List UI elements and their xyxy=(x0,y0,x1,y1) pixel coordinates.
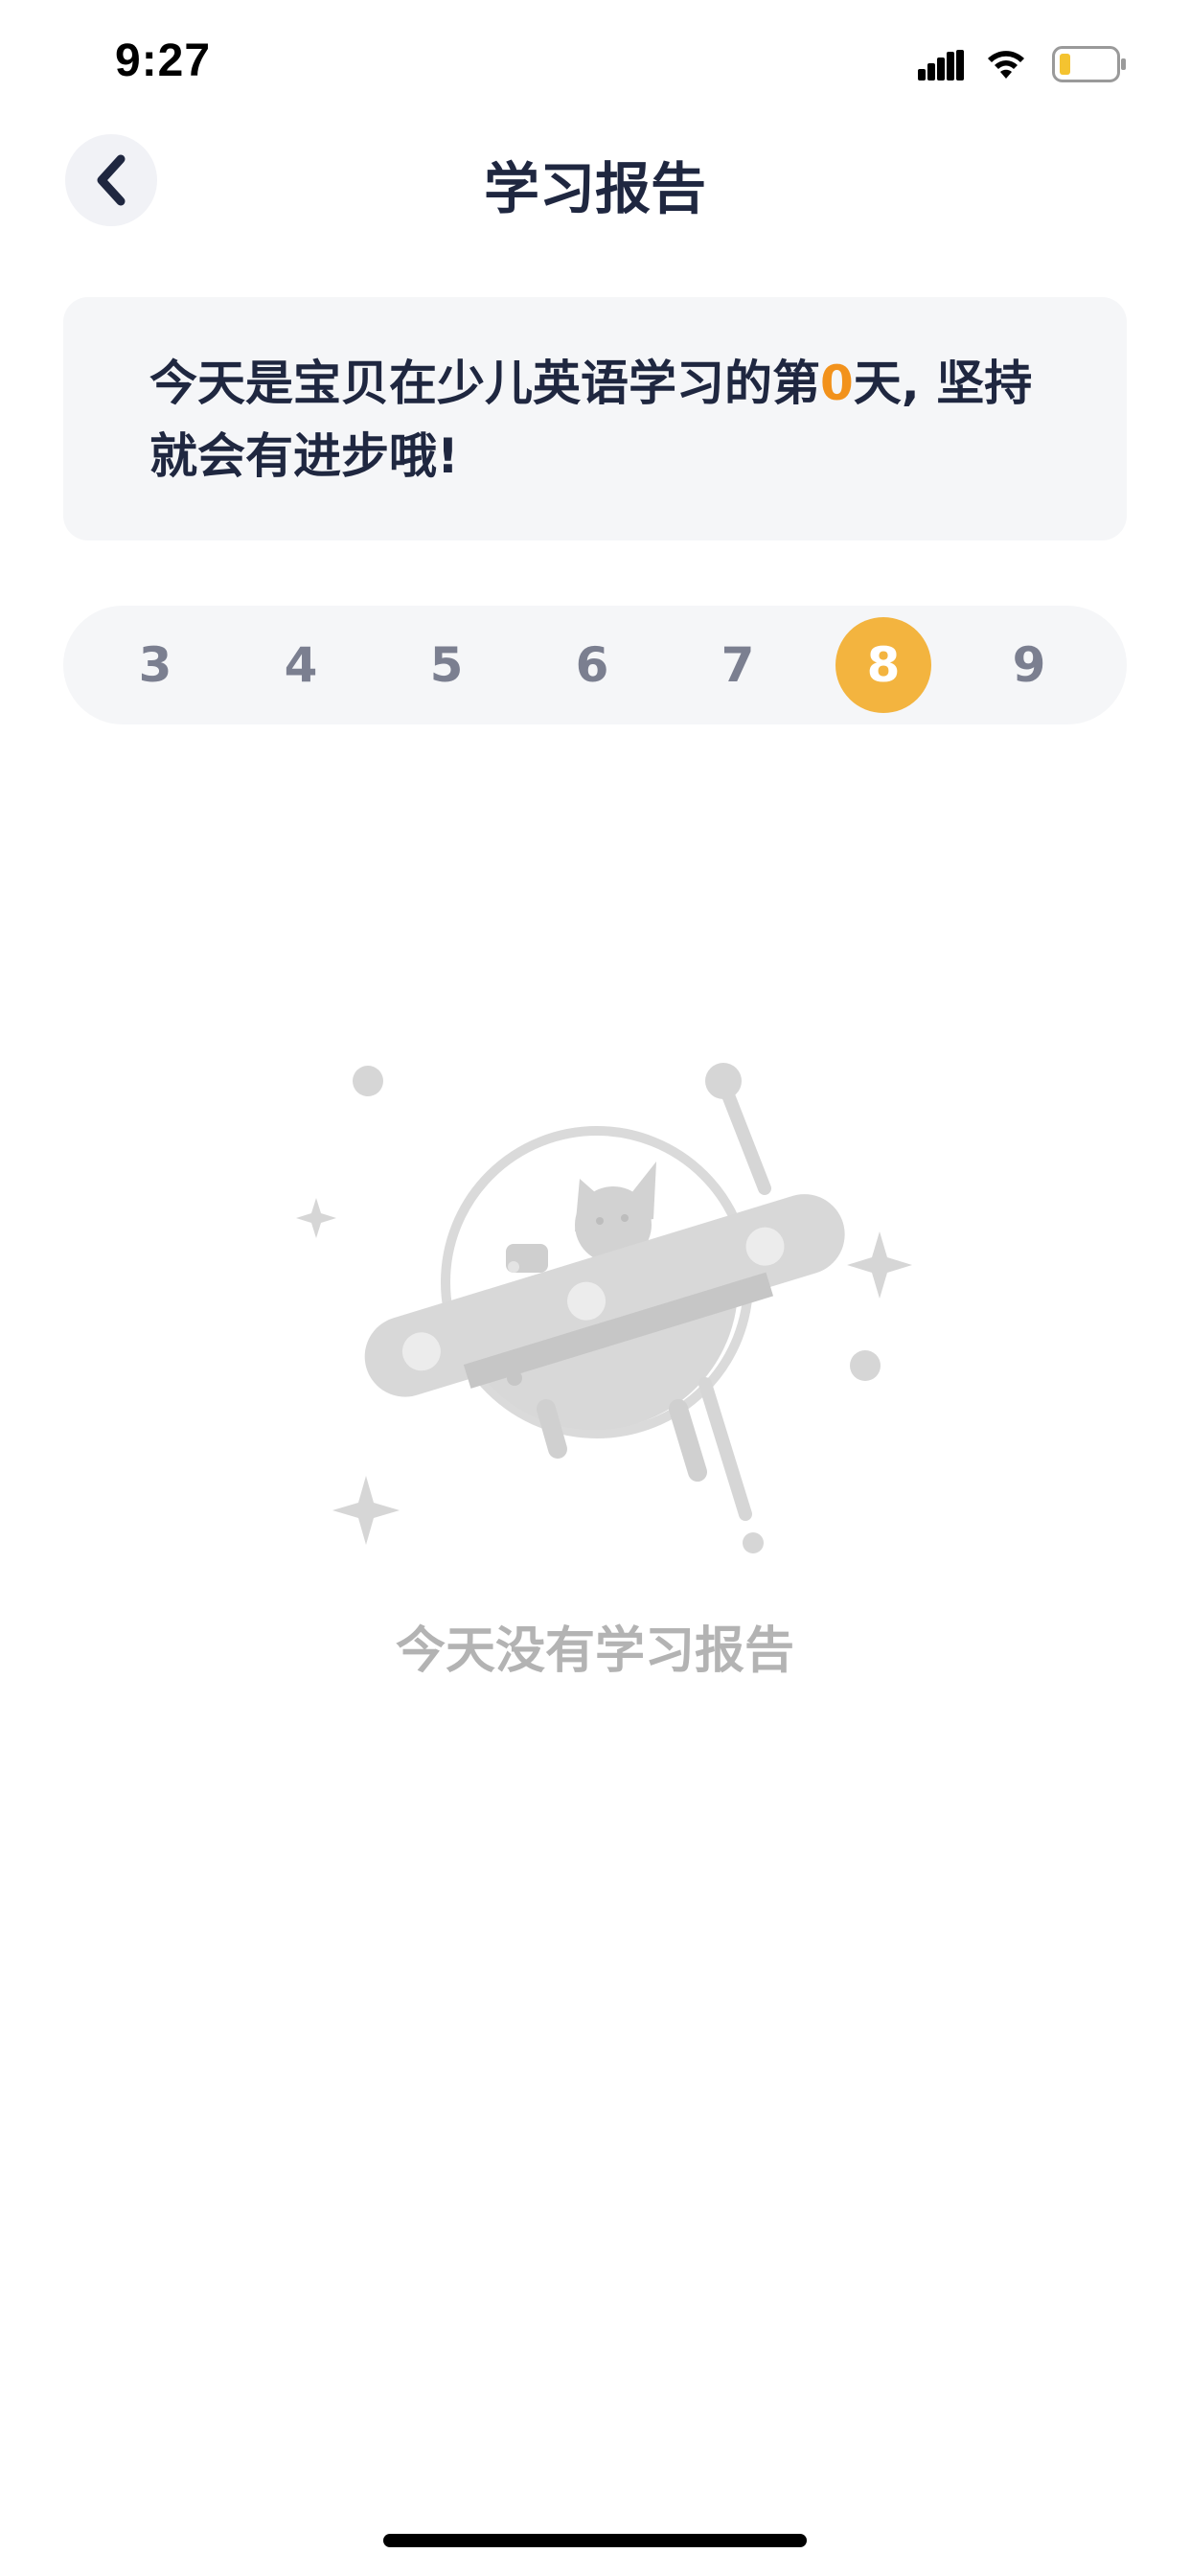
day-selector: 3 4 5 6 7 8 9 xyxy=(63,606,1127,724)
message-card: 今天是宝贝在少儿英语学习的第0天, 坚持就会有进步哦! xyxy=(63,297,1127,540)
day-item-6[interactable]: 6 xyxy=(544,617,640,713)
message-text: 今天是宝贝在少儿英语学习的第0天, 坚持就会有进步哦! xyxy=(149,347,1046,493)
day-item-5[interactable]: 5 xyxy=(399,617,494,713)
ufo-cat-icon xyxy=(296,1063,912,1553)
home-indicator[interactable] xyxy=(383,2534,807,2547)
status-time: 9:27 xyxy=(115,35,212,86)
day-item-3[interactable]: 3 xyxy=(107,617,203,713)
battery-icon xyxy=(1052,46,1126,82)
page-title: 学习报告 xyxy=(483,156,706,221)
day-count: 0 xyxy=(820,356,854,411)
day-item-4[interactable]: 4 xyxy=(253,617,349,713)
wifi-icon xyxy=(988,51,1024,79)
signal-icon xyxy=(918,50,964,80)
day-item-7[interactable]: 7 xyxy=(690,617,786,713)
empty-state-text: 今天没有学习报告 xyxy=(395,1622,794,1680)
day-item-9[interactable]: 9 xyxy=(981,617,1077,713)
status-bar: 9:27 xyxy=(0,0,1190,125)
message-prefix: 今天是宝贝在少儿英语学习的第 xyxy=(149,356,820,411)
day-item-8-selected[interactable]: 8 xyxy=(835,617,931,713)
